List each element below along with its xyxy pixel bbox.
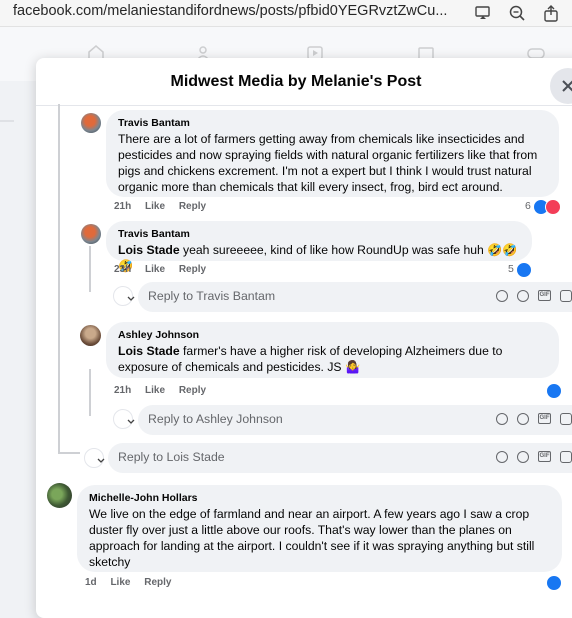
reply-input[interactable]: Reply to Travis Bantam GIF (138, 282, 572, 312)
emoji-icon[interactable] (517, 413, 529, 425)
like-button[interactable]: Like (110, 577, 130, 588)
close-icon (562, 80, 572, 92)
reply-placeholder: Reply to Travis Bantam (148, 289, 276, 303)
thread-line (58, 452, 80, 454)
comment-bubble: Travis Bantam There are a lot of farmers… (106, 110, 559, 197)
mention-link[interactable]: Lois Stade (118, 243, 180, 257)
reply-input[interactable]: Reply to Ashley Johnson GIF (138, 405, 572, 435)
close-button[interactable] (550, 68, 572, 104)
comment-actions: 1d Like Reply (85, 577, 182, 588)
share-icon[interactable] (542, 4, 560, 22)
sticker-icon[interactable] (560, 290, 572, 302)
gif-icon[interactable]: GIF (538, 290, 551, 301)
reply-button[interactable]: Reply (179, 201, 206, 212)
reply-button[interactable]: Reply (144, 577, 171, 588)
comment-time[interactable]: 21h (114, 385, 131, 396)
modal-header: Midwest Media by Melanie's Post (36, 58, 572, 106)
comment-actions: 21h Like Reply (114, 201, 217, 212)
reaction-count[interactable]: 6 (525, 200, 531, 212)
comment-text: We live on the edge of farmland and near… (89, 507, 535, 569)
comment-bubble: Michelle-John Hollars We live on the edg… (77, 485, 562, 572)
like-button[interactable]: Like (145, 201, 165, 212)
avatar[interactable] (80, 325, 101, 346)
mention-link[interactable]: Lois Stade (118, 344, 180, 358)
thread-line (89, 246, 91, 292)
comment-actions: 23h Like Reply (114, 264, 217, 275)
avatar[interactable] (47, 483, 72, 508)
comment-time[interactable]: 23h (114, 264, 131, 275)
avatar[interactable] (81, 113, 101, 133)
comment-author[interactable]: Travis Bantam (118, 117, 547, 130)
chevron-down-icon[interactable] (127, 419, 135, 425)
reply-button[interactable]: Reply (179, 385, 206, 396)
cast-icon[interactable] (474, 4, 492, 22)
avatar[interactable] (81, 224, 101, 244)
reply-placeholder: Reply to Lois Stade (118, 450, 225, 464)
gif-icon[interactable]: GIF (538, 413, 551, 424)
chevron-down-icon[interactable] (127, 296, 135, 302)
like-reaction-icon[interactable] (546, 383, 562, 399)
reply-input[interactable]: Reply to Lois Stade GIF (108, 443, 572, 473)
comment-bubble: Travis Bantam Lois Stade yeah sureeeee, … (106, 221, 532, 273)
reply-placeholder: Reply to Ashley Johnson (148, 412, 283, 426)
like-button[interactable]: Like (145, 385, 165, 396)
emoji-icon[interactable] (517, 290, 529, 302)
comment-author[interactable]: Michelle-John Hollars (89, 492, 550, 505)
like-reaction-icon[interactable] (546, 575, 562, 591)
comment-time[interactable]: 1d (85, 577, 97, 588)
avatar-sticker-icon[interactable] (496, 413, 508, 425)
thread-line (89, 369, 91, 416)
avatar-sticker-icon[interactable] (496, 290, 508, 302)
sticker-icon[interactable] (560, 413, 572, 425)
comment-actions: 21h Like Reply (114, 385, 217, 396)
reaction-count[interactable]: 5 (508, 263, 514, 275)
emoji-icon[interactable] (517, 451, 529, 463)
reply-button[interactable]: Reply (179, 264, 206, 275)
like-button[interactable]: Like (145, 264, 165, 275)
comment-bubble: Ashley Johnson Lois Stade farmer's have … (106, 322, 559, 378)
url-text[interactable]: facebook.com/melaniestandifordnews/posts… (13, 3, 463, 19)
browser-address-bar[interactable]: facebook.com/melaniestandifordnews/posts… (0, 0, 572, 27)
comment-author[interactable]: Travis Bantam (118, 228, 520, 241)
gif-icon[interactable]: GIF (538, 451, 551, 462)
comment-text: There are a lot of farmers getting away … (118, 132, 538, 194)
comment-time[interactable]: 21h (114, 201, 131, 212)
modal-title: Midwest Media by Melanie's Post (170, 73, 422, 90)
sticker-icon[interactable] (560, 451, 572, 463)
comment-author[interactable]: Ashley Johnson (118, 329, 547, 342)
love-reaction-icon[interactable] (545, 199, 561, 215)
background-divider (0, 120, 14, 122)
like-reaction-icon[interactable] (516, 262, 532, 278)
chevron-down-icon[interactable] (97, 458, 105, 464)
thread-line (58, 104, 60, 454)
avatar-sticker-icon[interactable] (496, 451, 508, 463)
zoom-out-icon[interactable] (508, 4, 526, 22)
